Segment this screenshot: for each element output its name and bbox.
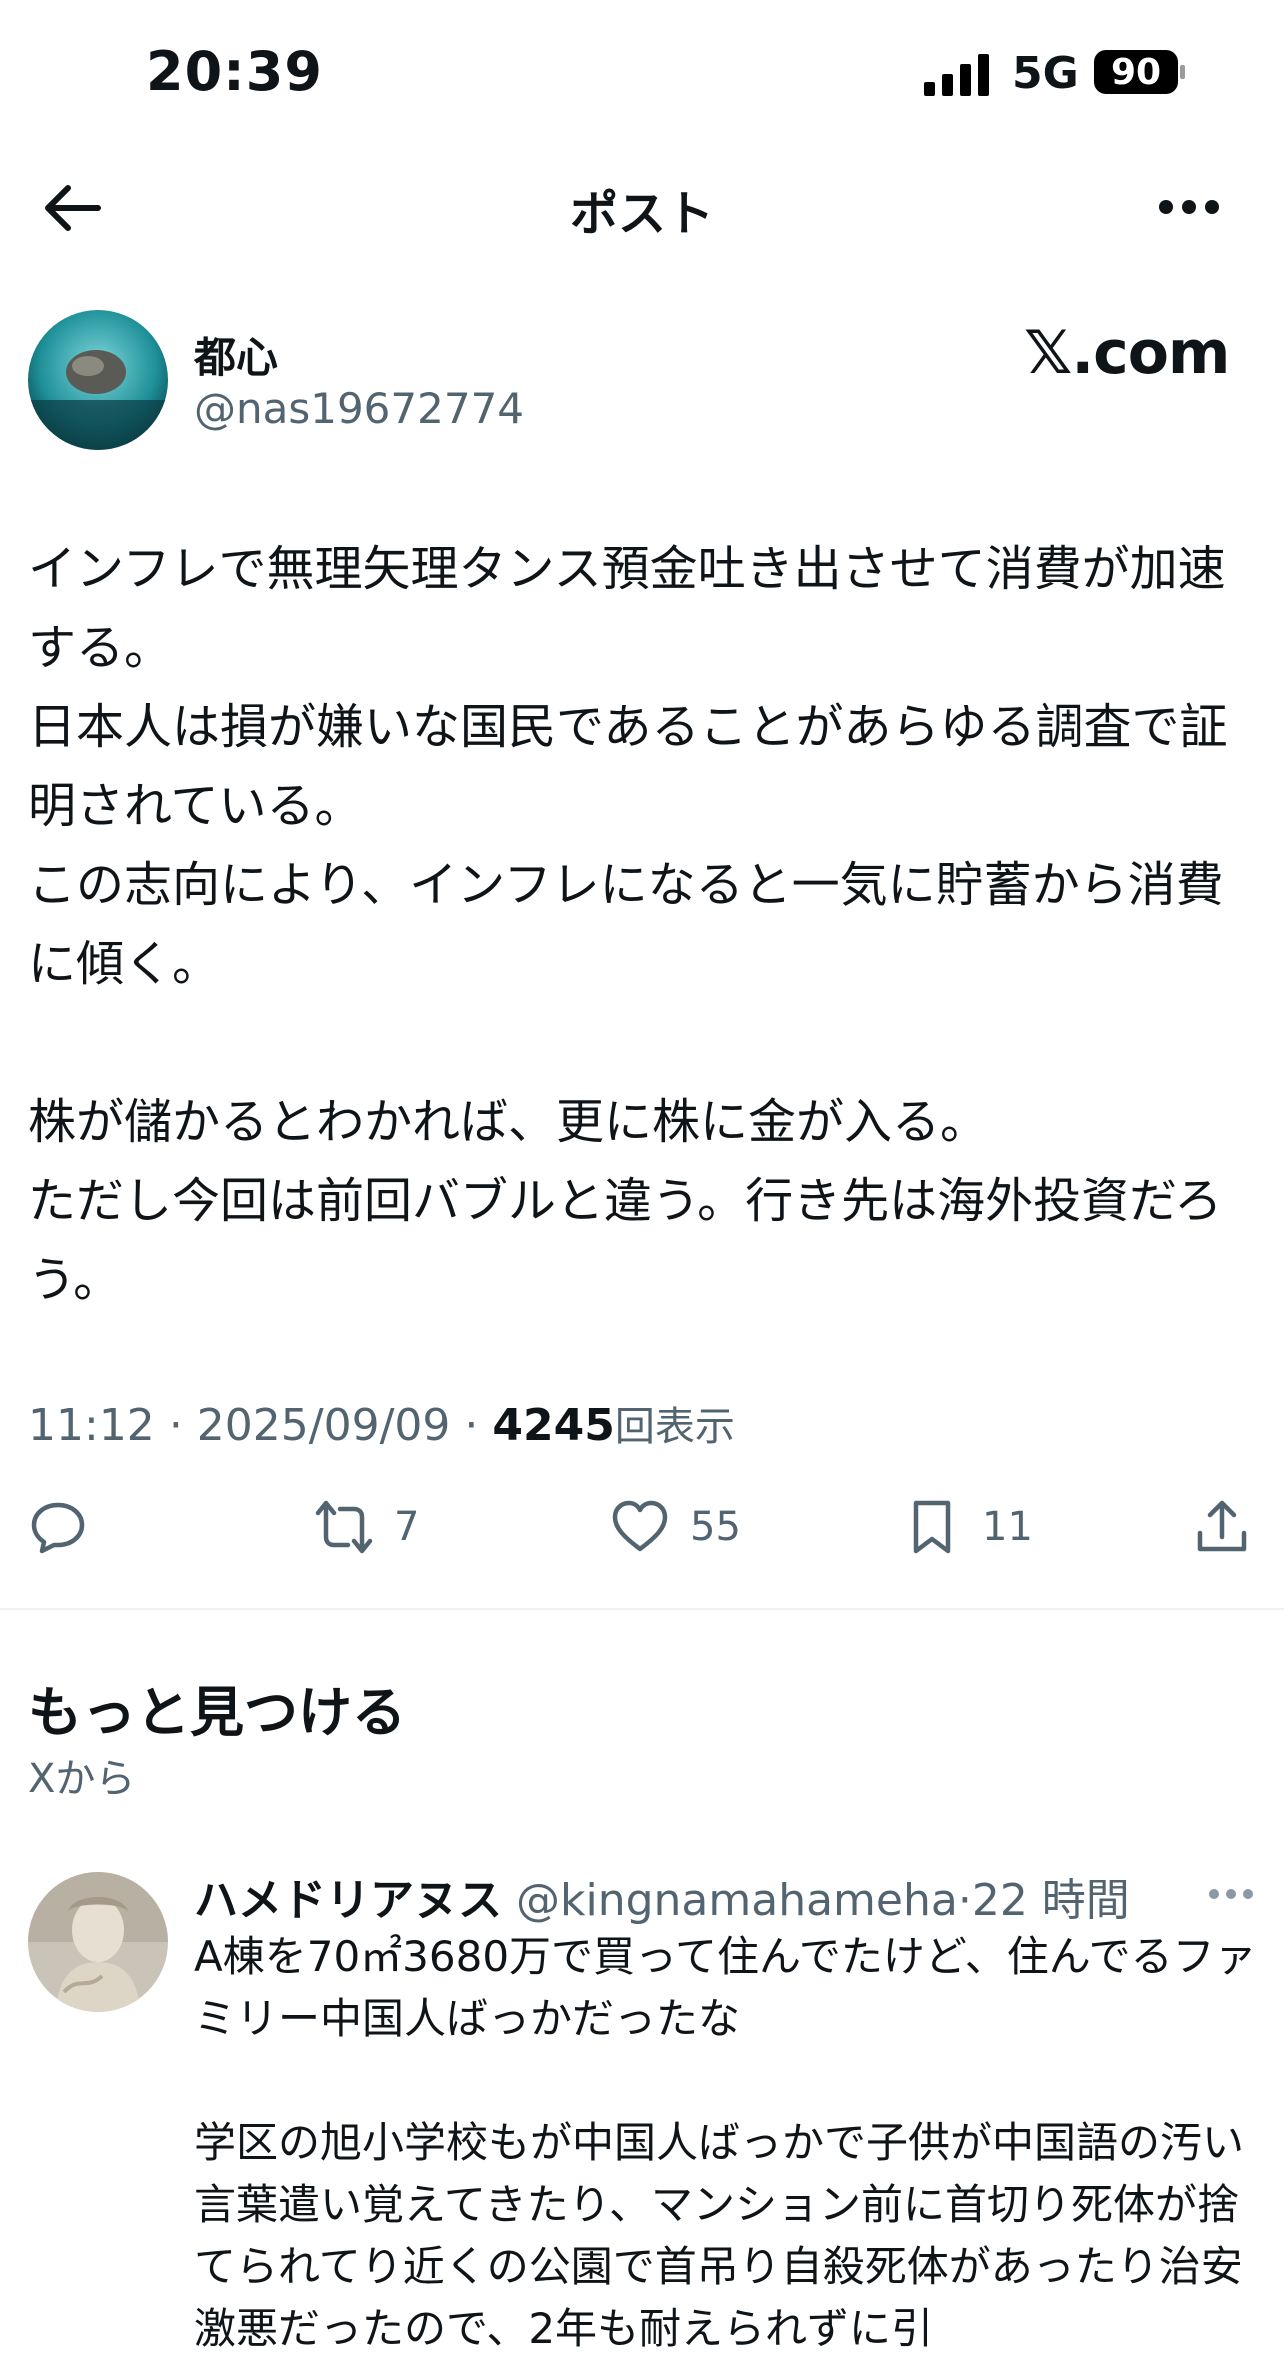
- heart-icon: [612, 1500, 668, 1552]
- reply-separator: ·: [957, 1875, 972, 1926]
- reply-header: ハメドリアヌス @kingnamahameha·22 時間: [194, 1864, 1130, 1928]
- meta-separator: ·: [168, 1400, 197, 1451]
- share-button[interactable]: [1192, 1494, 1252, 1560]
- battery-level: 90: [1110, 52, 1162, 93]
- author-avatar[interactable]: [28, 310, 168, 450]
- repost-button[interactable]: 7: [314, 1494, 419, 1560]
- meta-separator: ·: [464, 1400, 493, 1451]
- cellular-signal-icon: [924, 54, 989, 96]
- network-type: 5G: [1012, 48, 1079, 99]
- author-handle[interactable]: @nas19672774: [194, 384, 524, 433]
- status-time: 20:39: [146, 40, 323, 103]
- author-name[interactable]: 都心: [194, 324, 278, 385]
- source-badge: 𝕏.com: [1024, 318, 1230, 388]
- post-text: インフレで無理矢理タンス預金吐き出させて消費が加速する。 日本人は損が嫌いな国民…: [28, 541, 1228, 1308]
- reply-author-name[interactable]: ハメドリアヌス: [194, 1875, 502, 1926]
- post-meta: 11:12 · 2025/09/09 · 4245回表示: [28, 1394, 735, 1452]
- reply-ellipsis-icon[interactable]: [1208, 1886, 1254, 1902]
- repost-count: 7: [394, 1504, 420, 1550]
- reply-author-avatar[interactable]: [28, 1872, 168, 2012]
- view-count-label: 回表示: [614, 1404, 735, 1450]
- discover-title: もっと見つける: [28, 1681, 406, 1744]
- reply-time[interactable]: 22 時間: [972, 1875, 1130, 1926]
- page-title: ポスト: [569, 186, 714, 242]
- bookmark-button[interactable]: 11: [902, 1494, 1033, 1560]
- post-time[interactable]: 11:12: [28, 1400, 155, 1451]
- discover-subtitle: Xから: [28, 1756, 136, 1802]
- bookmark-icon: [913, 1500, 951, 1554]
- reply-button[interactable]: [28, 1494, 108, 1560]
- reply-icon: [31, 1502, 85, 1554]
- bookmark-count: 11: [982, 1504, 1033, 1550]
- section-divider: [0, 1608, 1284, 1610]
- share-icon: [1197, 1500, 1247, 1552]
- ellipsis-icon[interactable]: [1158, 196, 1220, 218]
- post-date[interactable]: 2025/09/09: [197, 1400, 451, 1451]
- battery-icon: 90: [1094, 50, 1186, 94]
- reply-author-handle[interactable]: @kingnamahameha: [516, 1875, 958, 1926]
- like-count: 55: [690, 1504, 741, 1550]
- like-button[interactable]: 55: [610, 1494, 741, 1560]
- view-count: 4245: [492, 1400, 615, 1451]
- repost-icon: [315, 1500, 373, 1554]
- reply-text: A棟を70㎡3680万で買って住んでたけど、住んでるファミリー中国人ばっかだった…: [194, 1932, 1257, 2353]
